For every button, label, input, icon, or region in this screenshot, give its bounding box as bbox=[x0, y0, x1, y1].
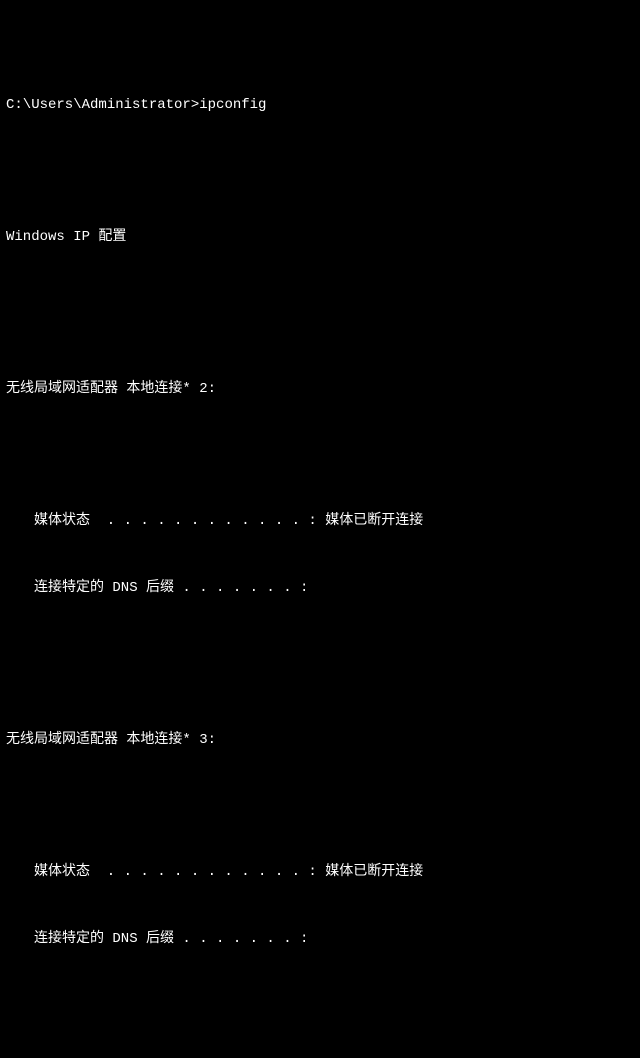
field-row: 连接特定的 DNS 后缀 . . . . . . . : bbox=[6, 928, 634, 950]
windows-ip-header: Windows IP 配置 bbox=[6, 226, 634, 248]
adapter-title: 无线局域网适配器 本地连接* 2: bbox=[6, 378, 634, 400]
field-value-media-state: 媒体已断开连接 bbox=[317, 861, 423, 883]
field-row: 媒体状态 . . . . . . . . . . . . : 媒体已断开连接 bbox=[6, 861, 634, 883]
field-label: 连接特定的 DNS 后缀 . . . . . . . : bbox=[34, 577, 308, 599]
field-label: 连接特定的 DNS 后缀 . . . . . . . : bbox=[34, 928, 308, 950]
field-row: 连接特定的 DNS 后缀 . . . . . . . : bbox=[6, 577, 634, 599]
field-label: 媒体状态 . . . . . . . . . . . . : bbox=[34, 861, 317, 883]
adapter-section-local2: 无线局域网适配器 本地连接* 2: 媒体状态 . . . . . . . . .… bbox=[6, 333, 634, 622]
config-header-section: Windows IP 配置 bbox=[6, 181, 634, 271]
command-text: ipconfig bbox=[199, 97, 266, 113]
adapter-section-wlan: 无线局域网适配器 WLAN: 连接特定的 DNS 后缀 . . . . . . … bbox=[6, 1036, 634, 1058]
adapter-section-local3: 无线局域网适配器 本地连接* 3: 媒体状态 . . . . . . . . .… bbox=[6, 685, 634, 974]
prompt-path: C:\Users\Administrator> bbox=[6, 97, 199, 113]
command-prompt-line: C:\Users\Administrator>ipconfig bbox=[6, 94, 634, 116]
adapter-title: 无线局域网适配器 本地连接* 3: bbox=[6, 729, 634, 751]
